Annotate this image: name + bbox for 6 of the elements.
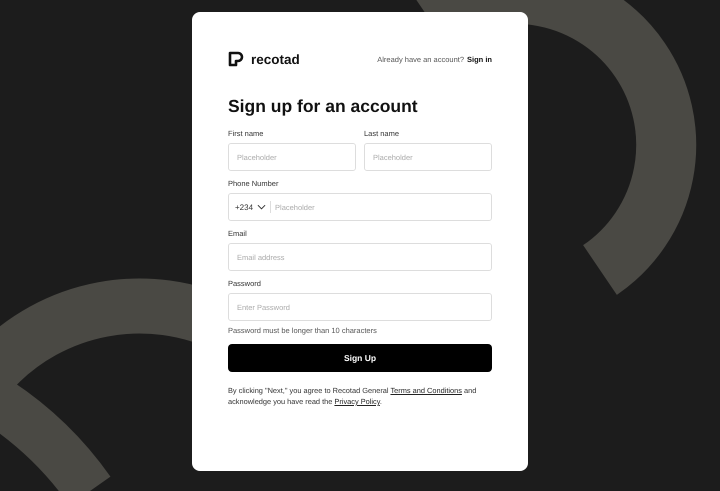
signup-button[interactable]: Sign Up xyxy=(228,344,492,372)
chevron-down-icon xyxy=(257,204,266,210)
country-code[interactable]: +234 xyxy=(235,202,254,212)
form-title: Sign up for an account xyxy=(228,96,419,117)
logo-icon xyxy=(228,51,244,67)
brand-name: recotad xyxy=(251,52,300,66)
